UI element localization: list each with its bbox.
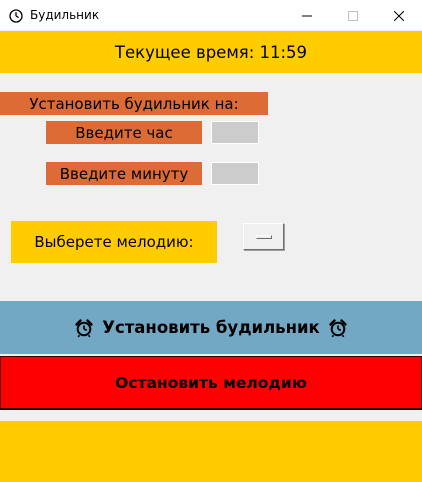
set-alarm-button[interactable]: Установить будильник — [0, 301, 422, 354]
window-title: Будильник — [30, 8, 100, 22]
current-time-label: Текущее время: 11:59 — [114, 42, 308, 62]
maximize-button[interactable] — [330, 0, 376, 31]
set-alarm-label: Установить будильник на: — [0, 92, 268, 115]
hour-input[interactable] — [211, 121, 259, 144]
melody-option-menu[interactable] — [243, 223, 284, 250]
close-icon — [393, 6, 405, 25]
current-time-bar: Текущее время: 11:59 — [0, 31, 422, 73]
bottom-status-bar — [0, 421, 422, 482]
minute-input[interactable] — [211, 162, 259, 185]
close-button[interactable] — [376, 0, 422, 31]
minute-label: Введите минуту — [46, 162, 202, 185]
maximize-icon — [348, 6, 358, 25]
hour-label: Введите час — [46, 121, 202, 144]
clock-icon — [9, 8, 23, 23]
alarm-clock-icon — [74, 318, 94, 338]
minimize-button[interactable] — [284, 0, 330, 31]
minimize-icon — [302, 6, 312, 25]
set-alarm-button-label: Установить будильник — [102, 318, 320, 337]
stop-melody-button-label: Остановить мелодию — [115, 373, 307, 392]
stop-melody-button[interactable]: Остановить мелодию — [0, 356, 422, 410]
melody-label: Выберете мелодию: — [11, 221, 217, 263]
alarm-clock-icon — [328, 318, 348, 338]
option-menu-indicator-icon — [255, 234, 272, 239]
